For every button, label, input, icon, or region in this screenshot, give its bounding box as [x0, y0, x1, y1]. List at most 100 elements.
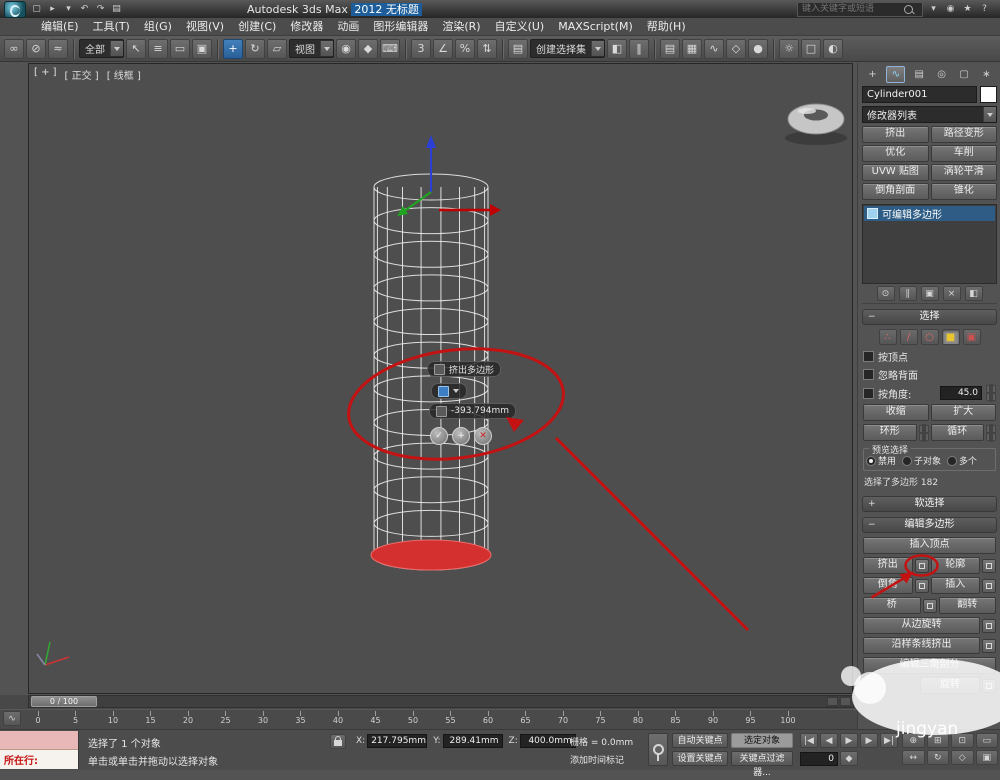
rollout-edit-polygons-header[interactable]: − 编辑多边形 [862, 517, 997, 533]
selection-lock-toggle[interactable] [330, 734, 346, 749]
maximize-viewport-icon[interactable]: ▣ [975, 750, 998, 765]
selected-object-dropdown[interactable]: 选定对象 [731, 733, 793, 748]
ignore-backfacing-checkbox[interactable] [863, 369, 874, 380]
pin-stack-icon[interactable]: ⊙ [876, 286, 895, 301]
polygon-subobject-icon[interactable]: ■ [941, 329, 960, 345]
bind-to-space-warp-icon[interactable]: ≈ [48, 38, 68, 59]
ring-button[interactable]: 环形 [863, 424, 917, 441]
inset-button[interactable]: 插入 [930, 577, 980, 594]
pan-icon[interactable]: ↔ [902, 750, 925, 765]
set-key-button[interactable]: 设置关键点 [672, 751, 728, 766]
object-name-field[interactable]: Cylinder001 [862, 86, 977, 103]
viewport-general-menu[interactable]: [ + ] [34, 67, 57, 82]
maxscript-mini-listener[interactable]: 所在行: [0, 731, 79, 769]
preview-disable-radio[interactable] [866, 455, 876, 466]
border-subobject-icon[interactable]: ○ [920, 329, 939, 345]
ring-spinner[interactable] [918, 423, 929, 442]
y-coord-field[interactable]: 289.41mm [442, 734, 503, 748]
new-scene-icon[interactable]: ▢ [29, 2, 44, 16]
go-to-end-button[interactable]: ▶| [880, 733, 898, 748]
field-of-view-icon[interactable]: ◇ [951, 750, 974, 765]
display-tab[interactable]: ▢ [956, 67, 973, 82]
key-mode-toggle-icon[interactable]: ◆ [840, 751, 858, 766]
material-editor-icon[interactable]: ● [748, 38, 768, 59]
selected-polygon-cap[interactable] [370, 539, 492, 571]
edit-triangulation-button[interactable]: 编辑三角剖分 [863, 657, 996, 674]
track-bar[interactable]: ∿ 0 5 10 15 20 25 30 35 40 45 50 55 60 65 70 75 80 85 90 95… [0, 709, 1000, 730]
bridge-settings-button[interactable] [922, 598, 937, 613]
viewport-pov-menu[interactable]: [ 正交 ] [65, 67, 99, 82]
angle-spinner[interactable] [986, 384, 996, 402]
configure-modifier-sets-icon[interactable]: ◧ [964, 286, 983, 301]
menu-item-2[interactable]: 组(G) [137, 18, 179, 35]
angle-snap-icon[interactable]: ∠ [433, 38, 453, 59]
help-icon[interactable]: ? [977, 2, 992, 16]
next-frame-button[interactable]: ▶ [860, 733, 878, 748]
schematic-view-icon[interactable]: ◇ [726, 38, 746, 59]
zoom-all-icon[interactable]: ⊞ [926, 733, 949, 748]
menu-item-9[interactable]: 自定义(U) [488, 18, 552, 35]
snaps-toggle-icon[interactable]: 3 [411, 38, 431, 59]
undo-icon[interactable]: ↶ [77, 2, 92, 16]
select-and-rotate-icon[interactable]: ↻ [245, 38, 265, 59]
modifier-preset-button-5[interactable]: 涡轮平滑 [930, 164, 997, 181]
listener-script-row[interactable]: 所在行: [0, 750, 78, 769]
modifier-preset-button-7[interactable]: 锥化 [930, 183, 997, 200]
menu-item-5[interactable]: 修改器 [283, 18, 330, 35]
play-button[interactable]: ▶ [840, 733, 858, 748]
project-folder-icon[interactable]: ▤ [109, 2, 124, 16]
turn-settings-button[interactable] [982, 678, 996, 693]
edge-subobject-icon[interactable]: ∕ [899, 329, 918, 345]
previous-frame-button[interactable]: ◀ [820, 733, 838, 748]
loop-spinner[interactable] [986, 423, 996, 442]
save-file-icon[interactable]: ▾ [61, 2, 76, 16]
angle-value-field[interactable]: 45.0 [940, 386, 982, 400]
auto-key-button[interactable]: 自动关键点 [672, 733, 728, 748]
use-pivot-center-icon[interactable]: ◉ [336, 38, 356, 59]
communication-center-icon[interactable]: ◉ [943, 2, 958, 16]
create-tab[interactable]: + [864, 67, 881, 82]
modifier-list-dropdown[interactable]: 修改器列表 [862, 106, 997, 123]
window-crossing-icon[interactable]: ▣ [192, 38, 212, 59]
object-color-swatch[interactable] [980, 86, 997, 103]
inset-settings-button[interactable] [982, 578, 996, 593]
selection-filter-dropdown[interactable]: 全部 [79, 39, 124, 58]
menu-item-10[interactable]: MAXScript(M) [551, 18, 640, 35]
extrude-along-spline-button[interactable]: 沿样条线挤出 [863, 637, 980, 654]
preview-multi-radio[interactable] [947, 455, 958, 466]
stack-item-editable-poly[interactable]: 可编辑多边形 [864, 206, 995, 221]
unlink-selection-icon[interactable]: ⊘ [26, 38, 46, 59]
extrude-settings-button[interactable] [914, 558, 929, 573]
mirror-icon[interactable]: ◧ [607, 38, 627, 59]
select-object-icon[interactable]: ↖ [126, 38, 146, 59]
modifier-preset-button-1[interactable]: 路径变形 [930, 126, 997, 143]
key-filters-button[interactable]: 关键点过滤器... [731, 751, 793, 778]
modifier-preset-button-6[interactable]: 倒角剖面 [862, 183, 929, 200]
listener-macro-row[interactable] [0, 731, 78, 750]
outline-settings-button[interactable] [982, 558, 996, 573]
select-and-manipulate-icon[interactable]: ◆ [358, 38, 378, 59]
caddy-title-bar[interactable]: 挤出多边形 [427, 361, 502, 377]
favorites-star-icon[interactable]: ★ [960, 2, 975, 16]
show-end-result-icon[interactable]: ∥ [898, 286, 917, 301]
turn-button[interactable]: 旋转 [920, 677, 980, 694]
time-slider-handle[interactable]: 0 / 100 [31, 696, 97, 707]
zoom-icon[interactable]: ⊕ [902, 733, 925, 748]
make-unique-icon[interactable]: ▣ [920, 286, 939, 301]
spinner-down-icon[interactable] [986, 392, 996, 402]
menu-item-4[interactable]: 创建(C) [231, 18, 283, 35]
by-vertex-checkbox[interactable] [863, 351, 874, 362]
zoom-extents-icon[interactable]: ⊡ [951, 733, 974, 748]
go-to-start-button[interactable]: |◀ [800, 733, 818, 748]
viewport-shading-menu[interactable]: [ 线框 ] [107, 67, 141, 82]
mini-curve-editor-button[interactable]: ∿ [3, 711, 21, 726]
hinge-from-edge-button[interactable]: 从边旋转 [863, 617, 980, 634]
align-icon[interactable]: ‖ [629, 38, 649, 59]
select-and-link-icon[interactable]: ∞ [4, 38, 24, 59]
hierarchy-tab[interactable]: ▤ [911, 67, 928, 82]
modifier-stack[interactable]: 可编辑多边形 [862, 204, 997, 284]
select-and-move-icon[interactable]: + [223, 38, 243, 59]
search-go-icon[interactable]: ▾ [926, 2, 941, 16]
modifier-preset-button-3[interactable]: 车削 [930, 145, 997, 162]
infocenter-search-input[interactable] [800, 3, 904, 15]
